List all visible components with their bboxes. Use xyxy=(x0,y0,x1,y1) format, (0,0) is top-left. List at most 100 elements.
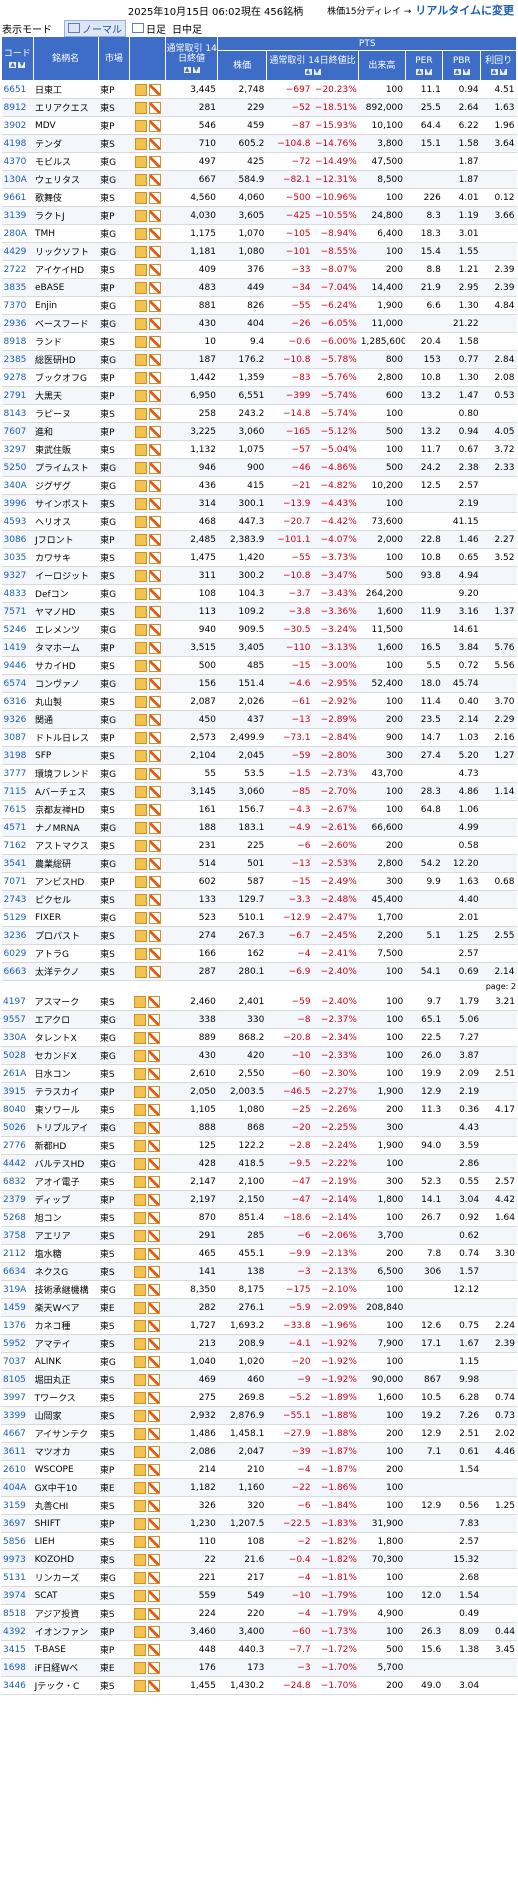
chart-icon[interactable] xyxy=(148,173,161,186)
table-row[interactable]: 4429 リックソフト 東G 1,181 1,080 −101 −8.55% 100 15.4 1… xyxy=(1,242,517,261)
chart-icon[interactable] xyxy=(148,1139,161,1152)
table-row[interactable]: 2743 ピクセル 東S 133 129.7 −3.3 −2.48% 45,400 4.40 xyxy=(1,890,517,909)
code[interactable]: 2743 xyxy=(1,890,34,909)
stock-name[interactable]: コンヴァノ xyxy=(33,674,99,693)
stock-name[interactable]: タレントX xyxy=(32,1028,98,1047)
stock-name[interactable]: LIEH xyxy=(32,1532,98,1551)
chart-icon[interactable] xyxy=(148,137,161,150)
table-row[interactable]: 1459 楽天Wベア 東E 282 276.1 −5.9 −2.09% 208,840 xyxy=(1,1298,517,1317)
chart-icon[interactable] xyxy=(148,911,161,924)
table-row[interactable]: 3915 テラスカイ 東P 2,050 2,003.5 −46.5 −2.27% 1,900 1… xyxy=(1,1082,517,1101)
stock-name[interactable]: ディップ xyxy=(32,1190,98,1209)
col-yield[interactable]: 利回り ▲ ▼ xyxy=(480,50,517,81)
chart-icon[interactable] xyxy=(148,1337,161,1350)
code[interactable]: 8143 xyxy=(1,404,34,423)
watchlist-icon[interactable] xyxy=(134,1247,147,1260)
chart-icon[interactable] xyxy=(148,1607,161,1620)
stock-name[interactable]: アオイ電子 xyxy=(32,1172,98,1191)
code[interactable]: 5250 xyxy=(1,458,34,477)
table-row[interactable]: 4593 ヘリオス 東G 468 447.3 −20.7 −4.42% 73,600 41.15 xyxy=(1,512,517,531)
watchlist-icon[interactable] xyxy=(134,857,147,870)
table-row[interactable]: 2776 新都HD 東S 125 122.2 −2.8 −2.24% 1,900 94.0 3.5… xyxy=(1,1136,517,1155)
stock-name[interactable]: 堀田丸正 xyxy=(32,1370,98,1389)
col-change[interactable]: 通常取引 14日終値比 ▲ ▼ xyxy=(265,50,360,81)
stock-name[interactable]: 東武住販 xyxy=(33,440,99,459)
table-row[interactable]: 9278 ブックオフG 東P 1,442 1,359 −83 −5.76% 2,800 10.8… xyxy=(1,368,517,387)
code[interactable]: 7615 xyxy=(1,800,34,819)
chart-icon[interactable] xyxy=(148,1463,161,1476)
code[interactable]: 9557 xyxy=(1,1010,33,1029)
chart-icon[interactable] xyxy=(148,587,161,600)
table-row[interactable]: 2112 塩水糖 東S 465 455.1 −9.9 −2.13% 200 7.8 0.74 3.3… xyxy=(1,1244,517,1263)
code[interactable]: 4429 xyxy=(1,242,34,261)
watchlist-icon[interactable] xyxy=(134,1499,147,1512)
stock-name[interactable]: 農業総研 xyxy=(33,854,99,873)
watchlist-icon[interactable] xyxy=(134,443,147,456)
stock-name[interactable]: モビルス xyxy=(33,152,99,171)
stock-name[interactable]: iF日経Wベ xyxy=(32,1658,98,1677)
chart-icon[interactable] xyxy=(148,245,161,258)
stock-name[interactable]: 環境フレンド xyxy=(33,764,99,783)
table-row[interactable]: 404A GX中干10 東E 1,182 1,160 −22 −1.86% 100 xyxy=(1,1478,517,1497)
chart-icon[interactable] xyxy=(148,317,161,330)
chart-icon[interactable] xyxy=(148,515,161,528)
chart-icon[interactable] xyxy=(148,155,161,168)
watchlist-icon[interactable] xyxy=(134,995,147,1008)
table-row[interactable]: 3777 環境フレンド 東G 55 53.5 −1.5 −2.73% 43,700 4.73 xyxy=(1,764,517,783)
code[interactable]: 9326 xyxy=(1,710,34,729)
chart-icon[interactable] xyxy=(148,875,161,888)
stock-name[interactable]: アエリア xyxy=(32,1226,98,1245)
watchlist-icon[interactable] xyxy=(134,533,147,546)
table-row[interactable]: 9326 関通 東G 450 437 −13 −2.89% 200 23.5 2.14 2.29 xyxy=(1,710,517,729)
watchlist-icon[interactable] xyxy=(134,1265,147,1278)
chart-icon[interactable] xyxy=(148,1355,161,1368)
stock-name[interactable]: TMH xyxy=(33,224,99,243)
code[interactable]: 3697 xyxy=(1,1514,33,1533)
table-row[interactable]: 7037 ALINK 東G 1,040 1,020 −20 −1.92% 100 1.15 xyxy=(1,1352,517,1371)
chart-icon[interactable] xyxy=(148,1481,161,1494)
table-row[interactable]: 4197 アスマーク 東S 2,460 2,401 −59 −2.40% 100 9.7 1.79… xyxy=(1,993,517,1011)
chart-icon[interactable] xyxy=(148,389,161,402)
watchlist-icon[interactable] xyxy=(134,1067,147,1080)
chart-icon[interactable] xyxy=(148,695,161,708)
watchlist-icon[interactable] xyxy=(134,515,147,528)
chart-icon[interactable] xyxy=(148,425,161,438)
watchlist-icon[interactable] xyxy=(134,209,147,222)
chart-icon[interactable] xyxy=(148,1625,161,1638)
table-row[interactable]: 2936 ベースフード 東G 430 404 −26 −6.05% 11,000 21.22 xyxy=(1,314,517,333)
chart-icon[interactable] xyxy=(148,659,161,672)
code[interactable]: 130A xyxy=(1,170,34,189)
chart-icon[interactable] xyxy=(148,191,161,204)
table-row[interactable]: 6832 アオイ電子 東S 2,147 2,100 −47 −2.19% 300 52.3 0.5… xyxy=(1,1172,517,1191)
stock-name[interactable]: トリプルアイ xyxy=(32,1118,98,1137)
code[interactable]: 4667 xyxy=(1,1424,33,1443)
stock-name[interactable]: SFP xyxy=(33,746,99,765)
stock-name[interactable]: 塩水糖 xyxy=(32,1244,98,1263)
watchlist-icon[interactable] xyxy=(134,263,147,276)
code[interactable]: 6316 xyxy=(1,692,34,711)
chart-icon[interactable] xyxy=(148,947,161,960)
stock-name[interactable]: アジア投資 xyxy=(32,1604,98,1623)
stock-name[interactable]: Aバーチェス xyxy=(33,782,99,801)
code[interactable]: 8518 xyxy=(1,1604,33,1623)
table-row[interactable]: 3035 カワサキ 東S 1,475 1,420 −55 −3.73% 100 10.8 0.65… xyxy=(1,548,517,567)
chart-icon[interactable] xyxy=(148,1319,161,1332)
watchlist-icon[interactable] xyxy=(134,407,147,420)
stock-name[interactable]: エレメンツ xyxy=(33,620,99,639)
stock-name[interactable]: サインポスト xyxy=(33,494,99,513)
col-per[interactable]: PER ▲ ▼ xyxy=(404,50,444,81)
chart-icon[interactable] xyxy=(148,281,161,294)
watchlist-icon[interactable] xyxy=(134,335,147,348)
watchlist-icon[interactable] xyxy=(134,587,147,600)
watchlist-icon[interactable] xyxy=(134,1481,147,1494)
table-row[interactable]: 5268 旭コン 東S 870 851.4 −18.6 −2.14% 100 26.7 0.92 1… xyxy=(1,1208,517,1227)
code[interactable]: 1459 xyxy=(1,1298,33,1317)
stock-name[interactable]: ラピーヌ xyxy=(33,404,99,423)
chart-icon[interactable] xyxy=(148,995,161,1008)
table-row[interactable]: 3198 SFP 東S 2,104 2,045 −59 −2.80% 300 27.4 5.20 1… xyxy=(1,746,517,765)
watchlist-icon[interactable] xyxy=(134,461,147,474)
code[interactable]: 3902 xyxy=(1,116,34,135)
watchlist-icon[interactable] xyxy=(134,767,147,780)
table-row[interactable]: 6029 アトラG 東S 166 162 −4 −2.41% 7,500 2.57 xyxy=(1,944,517,963)
watchlist-icon[interactable] xyxy=(134,227,147,240)
